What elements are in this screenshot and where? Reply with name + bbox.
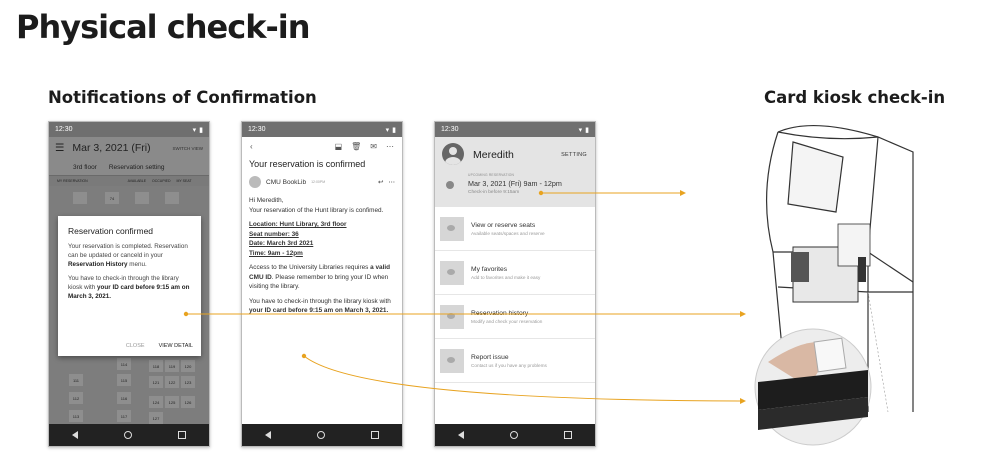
connector-endpoints <box>183 190 746 404</box>
connector-lines <box>186 192 741 402</box>
annotation-connectors <box>183 190 746 404</box>
connector-email-to-kiosk <box>303 355 741 402</box>
